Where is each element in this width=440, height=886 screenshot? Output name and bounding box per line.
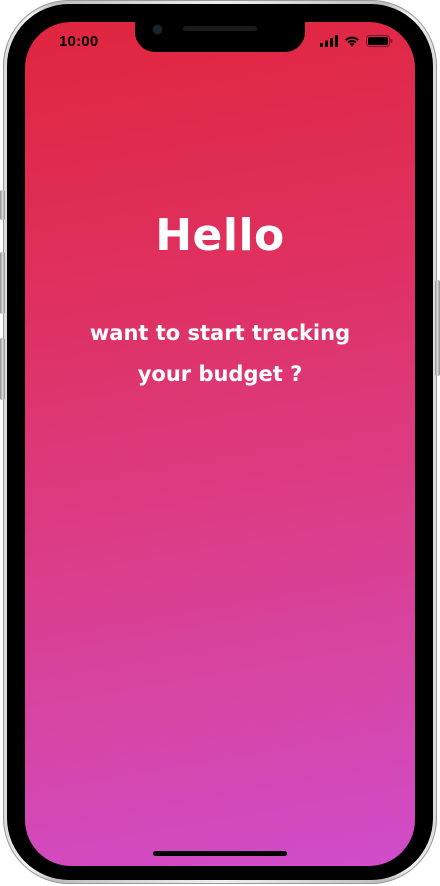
speaker-grille [183,26,257,31]
power-button [435,280,440,376]
status-time: 10:00 [59,33,99,50]
status-icons [320,35,393,47]
battery-icon [366,35,393,47]
notch [135,22,305,52]
silent-switch [0,190,5,220]
tracking-prompt-line-2: your budget ? [137,362,303,386]
volume-up-button [0,252,5,314]
volume-down-button [0,338,5,400]
tracking-prompt-line-1: want to start tracking [89,321,351,345]
home-indicator[interactable] [153,851,287,856]
cellular-signal-icon [320,35,338,47]
wifi-icon [345,36,359,47]
greeting-title: Hello [155,210,285,261]
tracking-prompt: want to start tracking your budget ? [25,313,415,395]
app-screen: 10:00 Hello want to start tracking your … [25,22,415,866]
front-camera-icon [153,25,162,34]
